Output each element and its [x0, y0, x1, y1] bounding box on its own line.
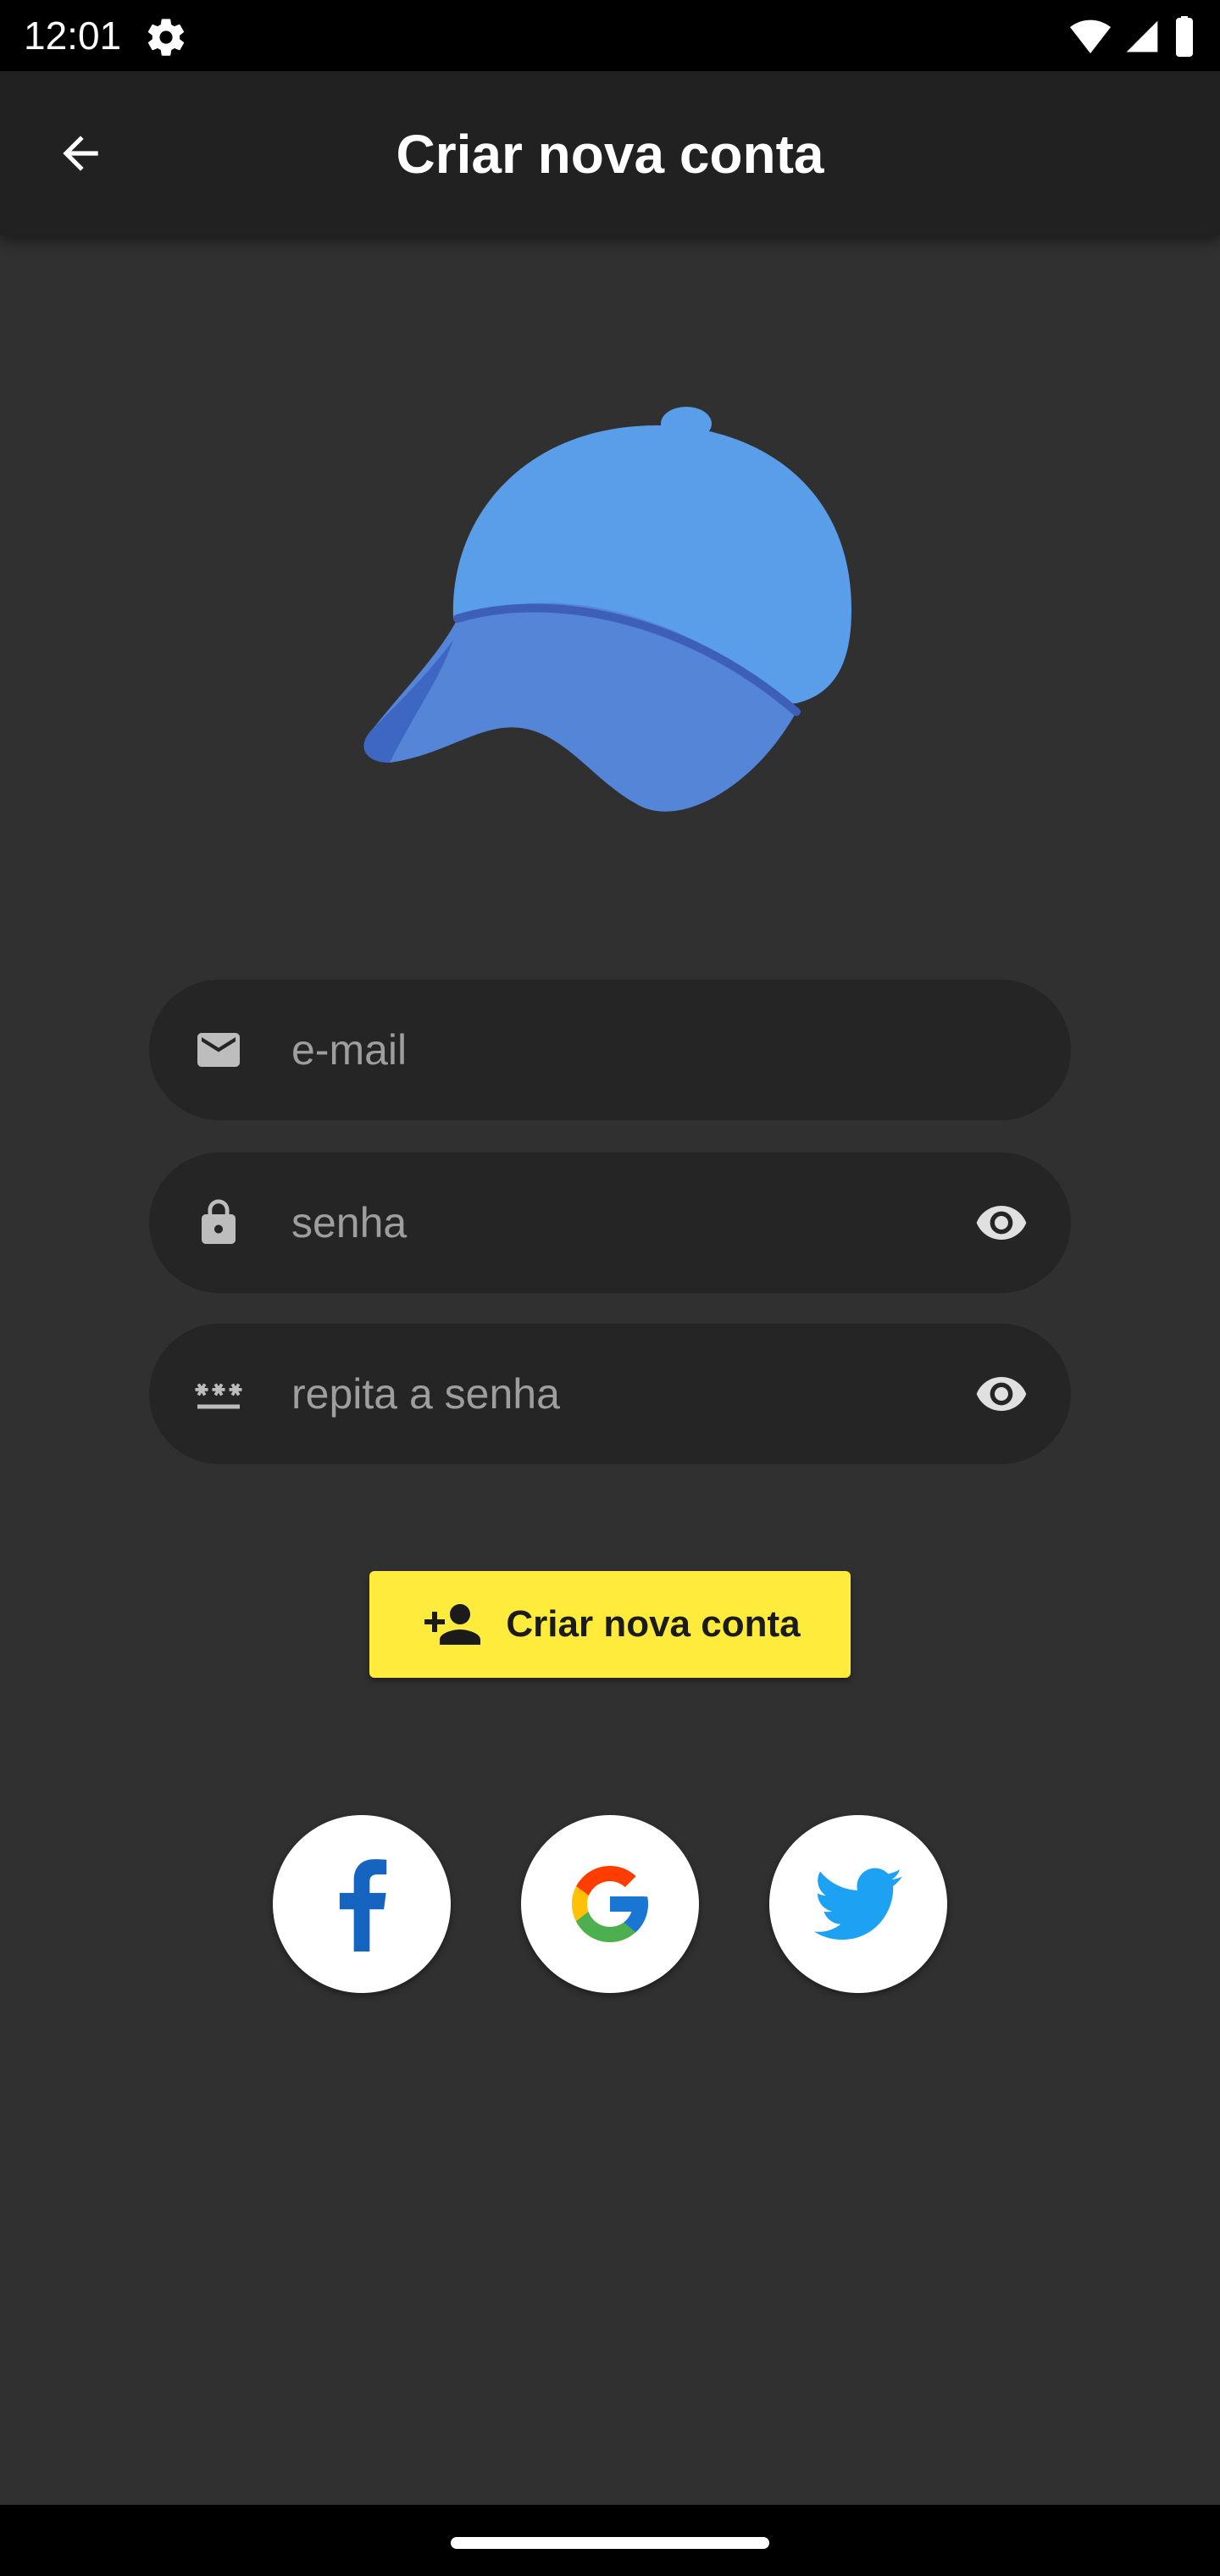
mail-icon — [197, 1033, 240, 1067]
lock-icon — [202, 1199, 236, 1244]
repeat-password-visibility-toggle[interactable] — [974, 1367, 1029, 1421]
create-account-label: Criar nova conta — [506, 1603, 801, 1645]
repeat-password-field[interactable] — [149, 1324, 1071, 1464]
google-icon — [572, 1866, 648, 1942]
create-account-button[interactable]: Criar nova conta — [369, 1571, 851, 1678]
wifi-icon — [1070, 19, 1111, 54]
google-login-button[interactable] — [521, 1815, 699, 1993]
status-time: 12:01 — [24, 14, 122, 58]
password-input[interactable] — [291, 1185, 884, 1261]
email-field[interactable] — [149, 980, 1071, 1120]
person-add-icon — [424, 1604, 481, 1645]
password-field[interactable] — [149, 1152, 1071, 1293]
settings-gear-icon — [147, 19, 185, 56]
status-bar: 12:01 — [0, 0, 1220, 71]
system-navigation-bar — [0, 2505, 1220, 2576]
battery-icon — [1176, 16, 1193, 57]
twitter-login-button[interactable] — [769, 1815, 947, 1993]
facebook-login-button[interactable] — [273, 1815, 451, 1993]
password-visibility-toggle[interactable] — [974, 1196, 1029, 1250]
twitter-icon — [814, 1868, 902, 1940]
home-gesture-handle[interactable] — [451, 2537, 769, 2549]
signal-icon — [1126, 20, 1158, 53]
repeat-password-input[interactable] — [291, 1356, 884, 1432]
facebook-icon — [339, 1859, 387, 1951]
password-dots-icon — [195, 1383, 242, 1409]
email-input[interactable] — [291, 1012, 884, 1088]
app-bar: Criar nova conta — [0, 71, 1220, 236]
eye-icon — [976, 1377, 1027, 1411]
eye-icon — [976, 1206, 1027, 1240]
cap-illustration — [363, 407, 851, 812]
page-title: Criar nova conta — [396, 124, 824, 185]
